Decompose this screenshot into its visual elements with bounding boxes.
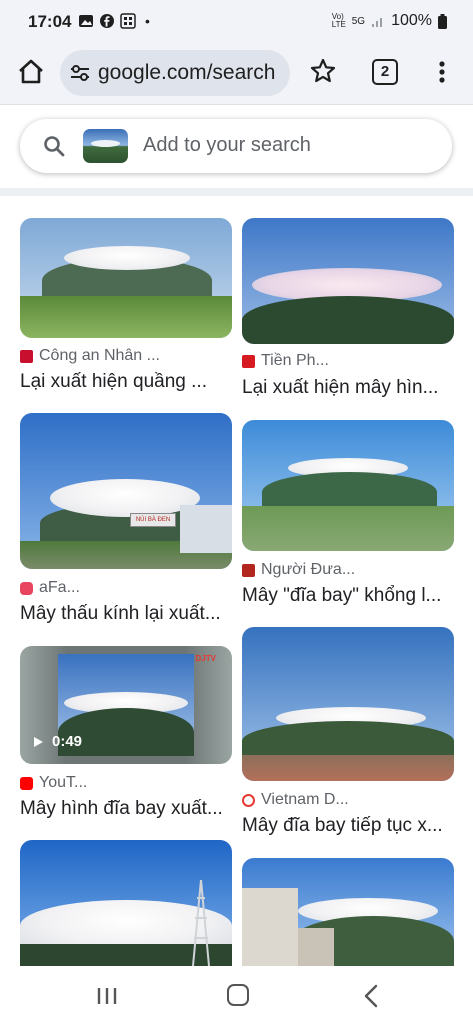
result-title[interactable]: Mây thấu kính lại xuất...: [20, 603, 221, 625]
status-bar: 17:04 • Vo) LTE 5G 100%: [0, 0, 473, 44]
address-bar[interactable]: google.com/search: [60, 50, 290, 96]
system-navigation-bar: [0, 966, 473, 1024]
result-source[interactable]: Vietnam D...: [242, 791, 349, 809]
search-image-thumbnail[interactable]: [83, 129, 128, 163]
result-card[interactable]: [20, 840, 232, 966]
result-image[interactable]: NÚI BÀ ĐEN: [20, 413, 232, 569]
home-icon[interactable]: [16, 57, 46, 87]
source-name: Công an Nhân ...: [39, 347, 160, 364]
site-settings-icon[interactable]: [70, 64, 90, 82]
search-bar[interactable]: Add to your search: [20, 119, 452, 173]
result-source[interactable]: YouT...: [20, 774, 87, 792]
channel-watermark: DJTV: [195, 654, 216, 663]
result-card[interactable]: DJTV 0:49 YouT... Mây hình đĩa bay xuất.…: [20, 646, 232, 826]
more-menu-icon[interactable]: [432, 57, 452, 87]
result-card[interactable]: Người Đưa... Mây "đĩa bay" khổng l...: [242, 420, 454, 610]
status-time: 17:04: [28, 12, 72, 31]
source-name: YouT...: [39, 774, 88, 791]
status-dot: •: [145, 13, 150, 29]
search-input[interactable]: Add to your search: [143, 134, 311, 157]
source-favicon-icon: [242, 793, 255, 807]
result-title[interactable]: Lại xuất hiện mây hìn...: [242, 377, 438, 399]
signal-icon: [372, 18, 383, 27]
result-card[interactable]: [242, 858, 454, 966]
result-card[interactable]: Vietnam D... Mây đĩa bay tiếp tục x...: [242, 627, 454, 837]
source-favicon-icon: [20, 349, 33, 363]
result-title[interactable]: Mây đĩa bay tiếp tục x...: [242, 815, 443, 837]
result-card[interactable]: Công an Nhân ... Lại xuất hiện quầng ...: [20, 218, 232, 398]
result-card[interactable]: Tiền Ph... Lại xuất hiện mây hìn...: [242, 218, 454, 400]
bookmark-star-icon[interactable]: [309, 57, 337, 85]
result-image[interactable]: [242, 420, 454, 551]
source-name: Vietnam D...: [261, 791, 349, 808]
result-image[interactable]: [20, 218, 232, 338]
qr-code-icon: [120, 13, 136, 29]
search-icon[interactable]: [42, 134, 66, 158]
result-image[interactable]: [242, 218, 454, 344]
volte-icon: Vo) LTE: [331, 12, 346, 29]
battery-percent: 100%: [391, 12, 432, 29]
browser-toolbar: google.com/search 2: [0, 44, 473, 105]
source-name: aFa...: [39, 579, 80, 596]
result-title[interactable]: Mây "đĩa bay" khổng l...: [242, 585, 441, 607]
entrance-sign: NÚI BÀ ĐEN: [130, 513, 176, 527]
result-title[interactable]: Mây hình đĩa bay xuất...: [20, 798, 223, 820]
result-card[interactable]: NÚI BÀ ĐEN aFa... Mây thấu kính lại xuất…: [20, 413, 232, 628]
result-image[interactable]: [20, 840, 232, 966]
source-favicon-icon: [242, 354, 255, 368]
result-source[interactable]: Công an Nhân ...: [20, 347, 160, 365]
source-favicon-icon: [20, 581, 33, 595]
result-source[interactable]: Người Đưa...: [242, 561, 355, 579]
home-nav-icon[interactable]: [227, 984, 249, 1006]
result-source[interactable]: aFa...: [20, 579, 80, 597]
section-divider: [0, 188, 473, 196]
source-favicon-icon: [242, 563, 255, 577]
source-name: Người Đưa...: [261, 561, 356, 578]
youtube-icon: [20, 776, 33, 790]
result-title[interactable]: Lại xuất hiện quầng ...: [20, 371, 207, 393]
play-icon: [34, 736, 43, 747]
result-source[interactable]: Tiền Ph...: [242, 352, 329, 370]
video-duration: 0:49: [52, 733, 83, 750]
back-icon[interactable]: [363, 984, 379, 1008]
video-duration-badge: 0:49: [32, 733, 82, 750]
facebook-icon: [100, 14, 114, 28]
source-name: Tiền Ph...: [261, 352, 329, 369]
recent-apps-icon[interactable]: [95, 986, 119, 1006]
url-text[interactable]: google.com/search: [98, 61, 275, 85]
battery-icon: [438, 13, 447, 29]
tab-switcher-button[interactable]: 2: [372, 59, 398, 85]
status-system-icons: Vo) LTE 5G 100%: [332, 12, 447, 30]
cell-tower: [192, 879, 210, 966]
result-image[interactable]: [242, 627, 454, 781]
result-image[interactable]: [242, 858, 454, 966]
status-notification-icons: •: [78, 13, 150, 29]
5g-icon: 5G: [351, 15, 366, 27]
gallery-icon: [79, 15, 93, 27]
result-video-thumbnail[interactable]: DJTV 0:49: [20, 646, 232, 764]
